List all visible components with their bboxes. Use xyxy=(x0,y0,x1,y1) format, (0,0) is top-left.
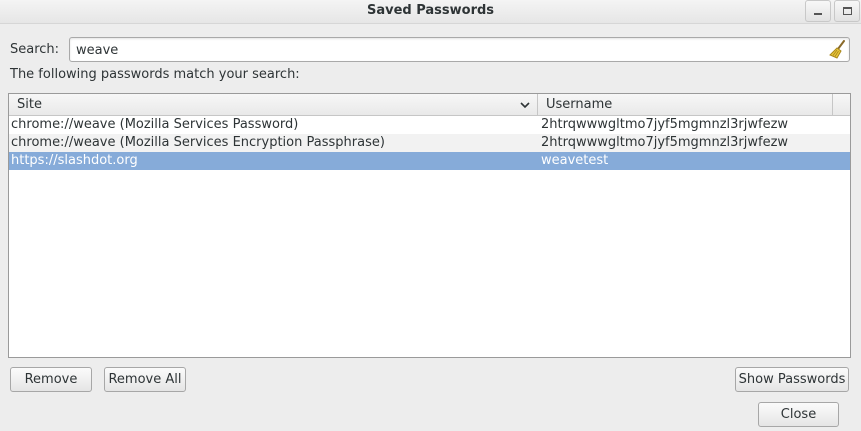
broom-icon[interactable] xyxy=(829,40,847,59)
table-row[interactable]: chrome://weave (Mozilla Services Encrypt… xyxy=(9,134,850,152)
title-bar[interactable]: Saved Passwords xyxy=(0,0,861,24)
window-title: Saved Passwords xyxy=(366,3,495,18)
chevron-down-icon xyxy=(520,102,530,109)
minimize-button[interactable] xyxy=(805,0,831,22)
saved-passwords-window: Saved Passwords Search: The following pa… xyxy=(0,0,861,431)
minimize-icon xyxy=(814,13,822,15)
remove-all-button[interactable]: Remove All xyxy=(104,367,186,392)
site-cell: chrome://weave (Mozilla Services Passwor… xyxy=(11,117,299,132)
results-message: The following passwords match your searc… xyxy=(10,67,300,82)
maximize-icon xyxy=(842,7,852,15)
username-column-label: Username xyxy=(546,97,613,112)
search-input[interactable] xyxy=(76,41,816,59)
column-picker-button[interactable] xyxy=(832,94,850,115)
site-cell: chrome://weave (Mozilla Services Encrypt… xyxy=(11,135,385,150)
username-column-header[interactable]: Username xyxy=(539,94,850,116)
search-label: Search: xyxy=(10,42,60,57)
site-column-header[interactable]: Site xyxy=(9,94,538,116)
site-cell: https://slashdot.org xyxy=(11,153,138,168)
site-column-label: Site xyxy=(17,97,42,112)
maximize-button[interactable] xyxy=(834,0,860,22)
search-field[interactable] xyxy=(69,37,850,62)
remove-button[interactable]: Remove xyxy=(10,367,92,392)
passwords-table[interactable]: Site Username chrome://weave (Mozilla Se… xyxy=(8,93,851,358)
show-passwords-button[interactable]: Show Passwords xyxy=(735,367,849,392)
username-cell: weavetest xyxy=(541,153,609,168)
table-row-selected[interactable]: https://slashdot.org weavetest xyxy=(9,152,850,170)
close-button[interactable]: Close xyxy=(758,402,839,427)
username-cell: 2htrqwwwgltmo7jyf5mgmnzl3rjwfezw xyxy=(541,117,789,132)
username-cell: 2htrqwwwgltmo7jyf5mgmnzl3rjwfezw xyxy=(541,135,789,150)
table-row[interactable]: chrome://weave (Mozilla Services Passwor… xyxy=(9,116,850,134)
table-header: Site Username xyxy=(9,94,850,116)
